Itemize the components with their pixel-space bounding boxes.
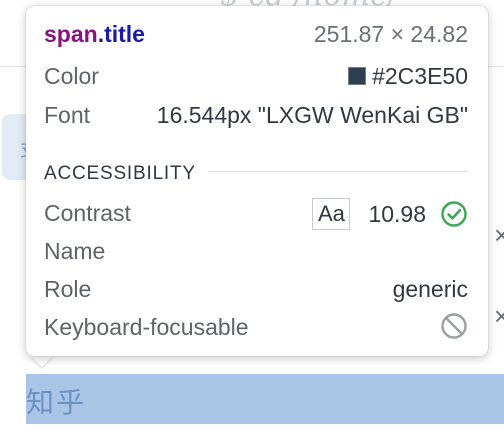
selector-class: .title <box>97 21 145 47</box>
role-row: Role generic <box>44 274 468 304</box>
name-row: Name <box>44 236 468 266</box>
element-dimensions: 251.87 × 24.82 <box>313 21 468 47</box>
selector-tag: span <box>44 21 98 47</box>
contrast-label: Contrast <box>44 200 131 226</box>
font-row: Font 16.544px "LXGW WenKai GB" <box>44 100 468 130</box>
ban-icon <box>441 313 467 339</box>
color-row: Color #2C3E50 <box>44 61 468 91</box>
section-title: ACCESSIBILITY <box>44 163 208 184</box>
accessibility-section-header: ACCESSIBILITY <box>44 156 468 189</box>
role-value: generic <box>392 276 468 302</box>
contrast-value-group: Aa 10.98 <box>312 198 468 230</box>
close-icon[interactable]: × <box>494 222 504 248</box>
keyboard-focusable-status <box>440 312 468 340</box>
role-label: Role <box>44 276 92 302</box>
close-icon[interactable]: × <box>494 303 504 329</box>
keyboard-focusable-row: Keyboard-focusable <box>44 312 468 342</box>
check-circle-icon <box>441 201 467 227</box>
page: $ cd /home/ 支 × × 知乎 span.title 251.87 ×… <box>0 0 504 436</box>
contrast-row: Contrast Aa 10.98 <box>44 198 468 230</box>
keyboard-focusable-label: Keyboard-focusable <box>44 314 249 340</box>
contrast-sample-badge: Aa <box>312 198 351 230</box>
contrast-ratio: 10.98 <box>368 201 426 227</box>
font-label: Font <box>44 102 91 128</box>
color-value: #2C3E50 <box>372 63 468 89</box>
inspected-element-text[interactable]: 知乎 <box>26 381 86 421</box>
name-label: Name <box>44 238 106 264</box>
color-swatch <box>348 67 367 85</box>
inspect-tooltip: span.title 251.87 × 24.82 Color #2C3E50 … <box>26 6 488 356</box>
inspected-element-highlight <box>26 374 504 424</box>
font-value: 16.544px "LXGW WenKai GB" <box>156 102 468 128</box>
color-value-group: #2C3E50 <box>348 61 468 91</box>
color-label: Color <box>44 63 99 89</box>
tooltip-pointer <box>30 355 54 367</box>
element-selector-row: span.title 251.87 × 24.82 <box>44 19 468 49</box>
